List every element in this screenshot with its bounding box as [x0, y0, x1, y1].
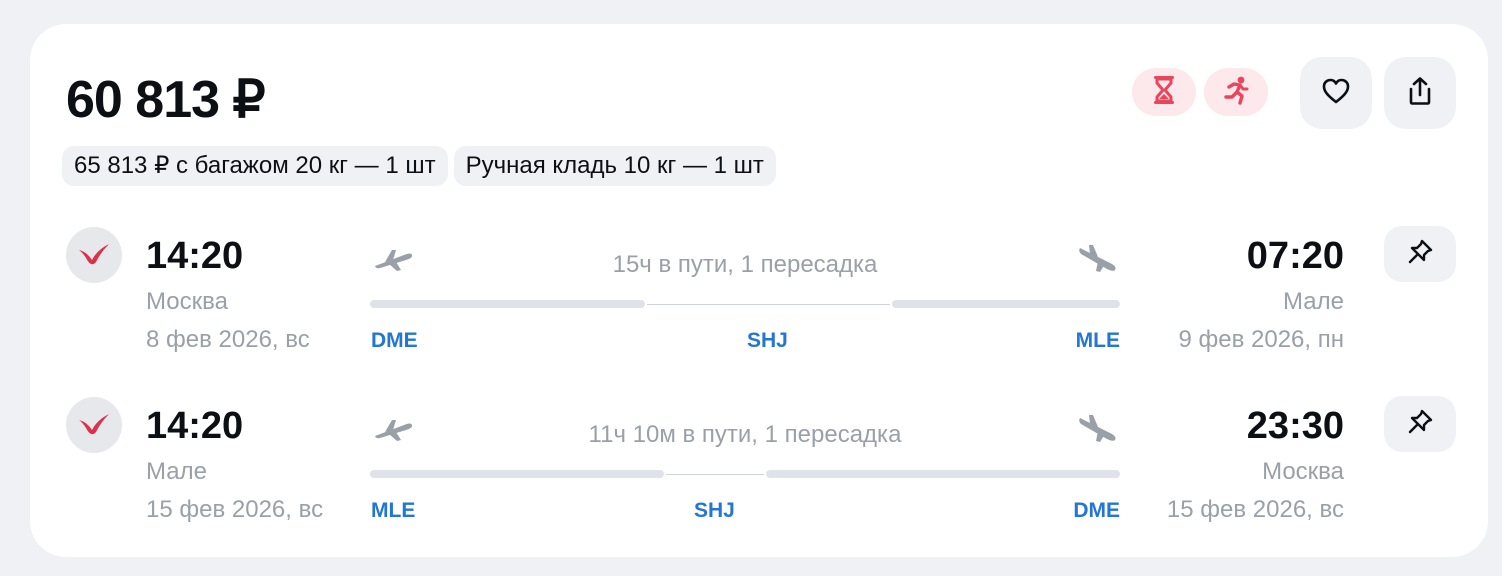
arrival-time: 23:30: [1246, 405, 1344, 447]
destination-airport-code: MLE: [1075, 329, 1120, 352]
baggage-badges: 65 813 ₽ с багажом 20 кг — 1 шт Ручная к…: [62, 146, 776, 186]
departure-date: 8 фев 2026, вс: [146, 326, 310, 353]
destination-airport-code: DME: [1073, 499, 1120, 522]
running-person-icon: [1221, 75, 1251, 110]
running-badge: [1204, 68, 1268, 116]
layover-airport-code: SHJ: [694, 499, 735, 522]
flight-duration: 15ч в пути, 1 пересадка: [612, 251, 878, 278]
flight-leg-bar: [370, 300, 645, 308]
origin-airport-code: MLE: [371, 499, 416, 522]
heart-icon: [1321, 77, 1351, 110]
departure-date: 15 фев 2026, вс: [146, 496, 324, 523]
departure-time: 14:20: [146, 235, 244, 277]
layover-line: [647, 304, 890, 305]
departure-time: 14:20: [146, 405, 244, 447]
flight-leg-bar: [892, 300, 1120, 308]
flight-leg-bar: [370, 470, 664, 478]
flight-duration: 11ч 10м в пути, 1 пересадка: [588, 421, 902, 448]
plane-landing-icon: [1076, 244, 1118, 279]
pin-icon: [1407, 409, 1433, 440]
arrival-city: Москва: [1262, 458, 1344, 485]
airline-logo-icon: [66, 227, 122, 283]
pin-icon: [1407, 239, 1433, 270]
arrival-city: Мале: [1283, 288, 1344, 315]
pin-button[interactable]: [1384, 396, 1456, 452]
airline-logo-icon: [66, 397, 122, 453]
share-icon: [1406, 76, 1434, 111]
departure-city: Москва: [146, 288, 228, 315]
origin-airport-code: DME: [371, 329, 418, 352]
hand-luggage-badge: Ручная кладь 10 кг — 1 шт: [453, 146, 776, 186]
hourglass-icon: [1151, 75, 1177, 110]
ticket-card[interactable]: 60 813 ₽ 65 813 ₽ с багажом 20 кг — 1 шт…: [30, 24, 1488, 557]
arrival-date: 15 фев 2026, вс: [1166, 496, 1344, 523]
layover-line: [666, 474, 764, 475]
share-button[interactable]: [1384, 57, 1456, 129]
departure-city: Мале: [146, 458, 207, 485]
plane-landing-icon: [1076, 414, 1118, 449]
layover-airport-code: SHJ: [747, 329, 788, 352]
pin-button[interactable]: [1384, 226, 1456, 282]
hourglass-badge: [1132, 68, 1196, 116]
ticket-price: 60 813 ₽: [66, 71, 266, 129]
arrival-time: 07:20: [1246, 235, 1344, 277]
flight-leg-bar: [766, 470, 1120, 478]
baggage-price-badge[interactable]: 65 813 ₽ с багажом 20 кг — 1 шт: [62, 146, 448, 186]
arrival-date: 9 фев 2026, пн: [1178, 326, 1344, 353]
favorite-button[interactable]: [1300, 57, 1372, 129]
